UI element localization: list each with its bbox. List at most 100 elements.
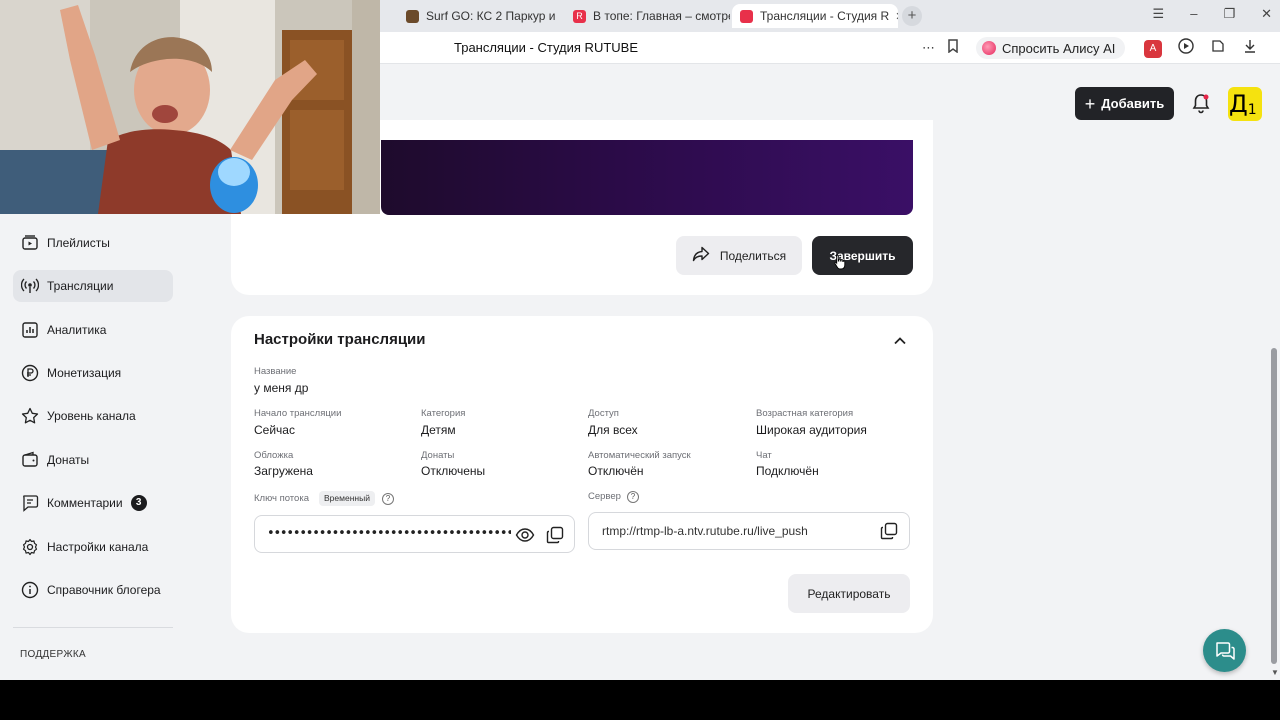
alice-label: Спросить Алису AI xyxy=(1002,40,1116,56)
sidebar-item-label: Трансляции xyxy=(47,279,114,293)
stream-key-label: Ключ потока xyxy=(254,493,309,504)
help-icon[interactable]: ? xyxy=(382,493,394,505)
sidebar-item-comments[interactable]: Комментарии 3 xyxy=(13,487,173,519)
studio-favicon-icon xyxy=(740,9,753,23)
collections-icon[interactable] xyxy=(1210,38,1226,59)
sidebar-item-label: Плейлисты xyxy=(47,236,110,250)
restore-icon[interactable]: ❐ xyxy=(1223,6,1235,22)
share-button-label: Поделиться xyxy=(719,248,787,263)
chevron-up-icon[interactable] xyxy=(892,333,908,349)
sidebar-item-label: Монетизация xyxy=(47,366,122,380)
sidebar-item-channel-settings[interactable]: Настройки канала xyxy=(13,531,173,563)
avatar[interactable]: Д1 xyxy=(1228,87,1262,121)
field-value: Отключены xyxy=(421,464,486,478)
letterbox-bar xyxy=(0,680,1280,720)
add-button[interactable]: + Добавить xyxy=(1075,87,1174,120)
extensions: A xyxy=(1144,38,1258,59)
support-chat-button[interactable] xyxy=(1203,629,1246,672)
sidebar-item-label: Справочник блогера xyxy=(47,583,161,597)
field-label: Начало трансляции xyxy=(254,408,342,419)
avatar-letter: Д xyxy=(1229,90,1248,118)
sidebar-item-channel-level[interactable]: Уровень канала xyxy=(13,400,173,432)
new-tab-button[interactable]: + xyxy=(902,6,922,26)
scrollbar-thumb[interactable] xyxy=(1271,348,1277,664)
sidebar-item-blogger-guide[interactable]: Справочник блогера xyxy=(13,574,173,606)
browser-tab-1[interactable]: Surf GO: КС 2 Паркур и Ск xyxy=(398,4,558,28)
mouse-cursor-icon xyxy=(834,254,846,270)
add-button-label: Добавить xyxy=(1101,96,1165,111)
sidebar-item-label: Уровень канала xyxy=(47,409,136,423)
edit-button-label: Редактировать xyxy=(807,586,891,601)
edit-button[interactable]: Редактировать xyxy=(788,574,910,613)
wallet-icon xyxy=(21,451,39,469)
ask-alice-button[interactable]: Спросить Алису AI xyxy=(976,37,1126,59)
browser-tab-2[interactable]: R В топе: Главная – смотре xyxy=(565,4,730,28)
field-value: Широкая аудитория xyxy=(756,423,867,437)
field-label: Обложка xyxy=(254,450,294,461)
field-value: Загружена xyxy=(254,464,313,478)
tab-label: В топе: Главная – смотре xyxy=(593,9,730,23)
share-icon xyxy=(692,246,710,265)
eye-icon[interactable] xyxy=(515,525,535,545)
chat-bubbles-icon xyxy=(1215,641,1235,660)
share-button[interactable]: Поделиться xyxy=(676,236,802,275)
field-label: Доступ xyxy=(588,408,619,419)
field-label: Донаты xyxy=(421,450,455,461)
bookmark-icon[interactable] xyxy=(947,39,959,56)
field-value: Сейчас xyxy=(254,423,295,437)
playlist-icon xyxy=(21,234,39,252)
field-value: Для всех xyxy=(588,423,638,437)
temporary-tag: Временный xyxy=(319,491,375,506)
sidebar-item-analytics[interactable]: Аналитика xyxy=(13,314,173,346)
gear-icon xyxy=(21,538,39,556)
notifications-bell-icon[interactable] xyxy=(1191,93,1211,115)
help-icon[interactable]: ? xyxy=(627,491,639,503)
server-url-field[interactable]: rtmp://rtmp-lb-a.ntv.rutube.ru/live_push xyxy=(588,512,910,550)
browser-tab-3-active[interactable]: Трансляции - Студия R ✕ xyxy=(732,4,898,28)
tab-label: Трансляции - Студия R xyxy=(760,9,890,23)
sidebar-divider xyxy=(13,627,173,628)
stream-key-value: ••••••••••••••••••••••••••••••••••••••••… xyxy=(267,526,511,541)
copy-icon[interactable] xyxy=(879,521,899,541)
close-window-icon[interactable]: ✕ xyxy=(1261,6,1272,22)
finish-stream-button[interactable]: Завершить xyxy=(812,236,913,275)
scroll-down-icon[interactable]: ▼ xyxy=(1270,668,1280,677)
page-title-address[interactable]: Трансляции - Студия RUTUBE xyxy=(454,40,638,55)
minimize-icon[interactable]: – xyxy=(1190,6,1197,22)
stream-key-field[interactable]: ••••••••••••••••••••••••••••••••••••••••… xyxy=(254,515,575,553)
comment-icon xyxy=(21,494,39,512)
sidebar-item-playlists[interactable]: Плейлисты xyxy=(13,227,173,259)
tab-label: Surf GO: КС 2 Паркур и Ск xyxy=(426,9,558,23)
close-tab-icon[interactable]: ✕ xyxy=(895,10,898,23)
settings-title: Настройки трансляции xyxy=(254,331,426,348)
sidebar-item-label: Комментарии xyxy=(47,496,123,510)
analytics-icon xyxy=(21,321,39,339)
sidebar-item-label: Настройки канала xyxy=(47,540,149,554)
field-label: Возрастная категория xyxy=(756,408,854,419)
sidebar-item-label: Донаты xyxy=(47,453,90,467)
broadcast-icon xyxy=(21,277,39,295)
server-url-value: rtmp://rtmp-lb-a.ntv.rutube.ru/live_push xyxy=(602,524,808,538)
field-label: Чат xyxy=(756,450,772,461)
sidebar-item-donations[interactable]: Донаты xyxy=(13,444,173,476)
more-icon[interactable]: ⋯ xyxy=(922,40,935,56)
support-heading: ПОДДЕРЖКА xyxy=(20,649,86,660)
avatar-sub: 1 xyxy=(1247,102,1257,118)
sidebar-item-monetization[interactable]: Монетизация xyxy=(13,357,173,389)
sidebar-item-label: Аналитика xyxy=(47,323,107,337)
extension-icon[interactable]: A xyxy=(1144,39,1162,58)
info-icon xyxy=(21,581,39,599)
address-actions: ⋯ xyxy=(922,39,959,56)
ruble-icon xyxy=(21,364,39,382)
menu-icon[interactable]: ☰ xyxy=(1153,6,1165,22)
name-label: Название xyxy=(254,366,297,377)
copy-icon[interactable] xyxy=(545,525,565,545)
download-icon[interactable] xyxy=(1242,38,1258,59)
media-play-icon[interactable] xyxy=(1178,38,1194,59)
sidebar-item-broadcasts[interactable]: Трансляции xyxy=(13,270,173,302)
rutube-favicon-icon: R xyxy=(573,9,586,23)
comments-count-badge: 3 xyxy=(130,495,147,511)
field-label: Автоматический запуск xyxy=(588,450,691,461)
name-value: у меня др xyxy=(254,381,309,395)
field-value: Детям xyxy=(421,423,456,437)
